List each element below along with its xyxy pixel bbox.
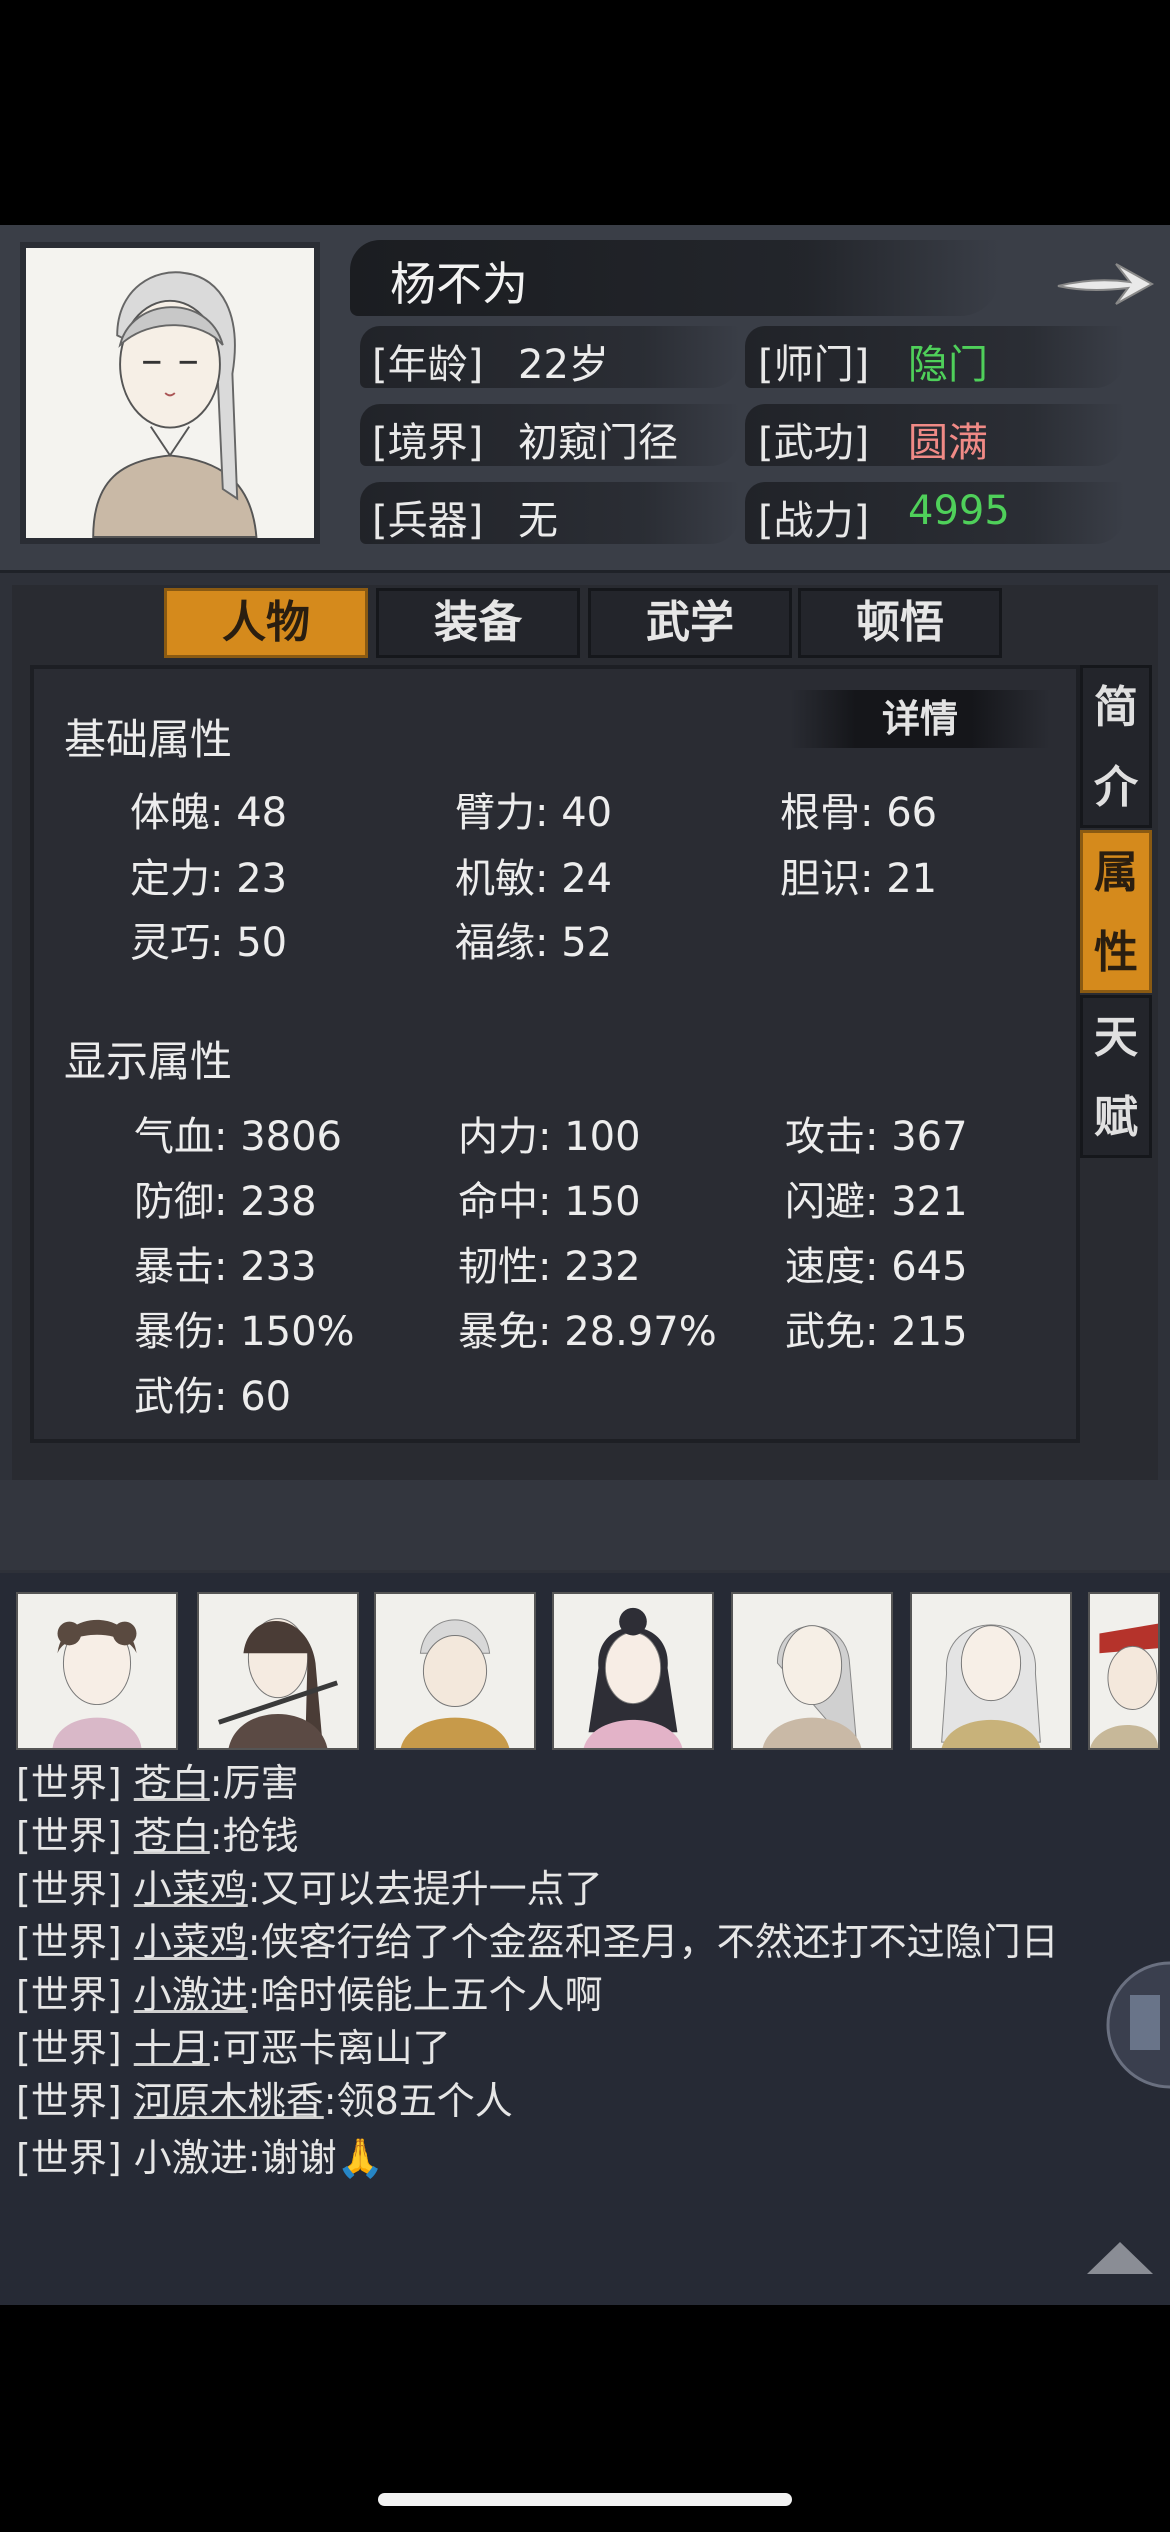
tab-enlightenment[interactable]: 顿悟 xyxy=(798,588,1002,658)
stat-hit: 命中: 150 xyxy=(458,1179,641,1225)
stat-focus: 定力: 23 xyxy=(130,856,288,902)
sidetab-intro-char2: 介 xyxy=(1094,762,1138,813)
detail-button[interactable]: 详情 xyxy=(790,690,1050,748)
tab-character[interactable]: 人物 xyxy=(164,588,368,658)
chat-text: :抢钱 xyxy=(209,1814,299,1858)
status-bar-area xyxy=(0,0,1170,225)
chat-message: [世界] 小菜鸡:侠客行给了个金盔和圣月，不然还打不过隐门日 xyxy=(16,1911,1059,1966)
power-value: 4995 xyxy=(908,488,1010,534)
sect-value: 隐门 xyxy=(908,342,988,388)
chat-username[interactable]: 小菜鸡 xyxy=(134,1867,248,1911)
chat-username[interactable]: 小激进 xyxy=(134,1973,248,2017)
chat-channel: [世界] xyxy=(16,1814,122,1858)
chat-username[interactable]: 小激进 xyxy=(134,2136,248,2180)
stat-martial-resist: 武免: 215 xyxy=(785,1309,968,1355)
stat-dexterity: 灵巧: 50 xyxy=(130,920,288,966)
sidetab-talent[interactable]: 天 赋 xyxy=(1080,995,1152,1158)
chat-text: :谢谢🙏 xyxy=(247,2136,384,2180)
avatar[interactable] xyxy=(1088,1592,1160,1750)
realm-label: [境界] xyxy=(372,420,484,466)
stat-strength: 臂力: 40 xyxy=(455,790,613,836)
chat-message: [世界] 小菜鸡:又可以去提升一点了 xyxy=(16,1858,603,1913)
home-indicator[interactable] xyxy=(378,2493,792,2506)
chat-message: [世界] 十月:可恶卡离山了 xyxy=(16,2017,451,2072)
sidetab-attributes-char1: 属 xyxy=(1094,847,1138,898)
stat-bone: 根骨: 66 xyxy=(780,790,938,836)
sidetab-talent-char1: 天 xyxy=(1094,1012,1138,1063)
chat-text: :可恶卡离山了 xyxy=(209,2026,451,2070)
power-label: [战力] xyxy=(758,498,870,544)
next-arrow-icon[interactable] xyxy=(1050,248,1160,318)
scroll-up-icon[interactable] xyxy=(1085,2240,1155,2276)
stat-speed: 速度: 645 xyxy=(785,1244,968,1290)
chat-text: :啥时候能上五个人啊 xyxy=(247,1973,603,2017)
chat-channel: [世界] xyxy=(16,2026,122,2070)
chat-username[interactable]: 苍白 xyxy=(134,1761,210,1805)
chat-channel: [世界] xyxy=(16,1761,122,1805)
character-portrait xyxy=(20,242,320,544)
stat-courage: 胆识: 21 xyxy=(780,856,938,902)
panel-footer xyxy=(0,1480,1170,1570)
sidetab-talent-char2: 赋 xyxy=(1094,1092,1138,1143)
stat-crit-resist: 暴免: 28.97% xyxy=(458,1309,717,1355)
chat-username[interactable]: 河原木桃香 xyxy=(134,2079,324,2123)
chat-channel: [世界] xyxy=(16,2136,122,2180)
stat-constitution: 体魄: 48 xyxy=(130,790,288,836)
chat-message: [世界] 河原木桃香:领8五个人 xyxy=(16,2070,513,2125)
stat-internal: 内力: 100 xyxy=(458,1114,641,1160)
chat-channel: [世界] xyxy=(16,2079,122,2123)
stat-defense: 防御: 238 xyxy=(134,1179,317,1225)
tab-equipment[interactable]: 装备 xyxy=(376,588,580,658)
chat-channel: [世界] xyxy=(16,1920,122,1964)
skill-value: 圆满 xyxy=(908,420,988,466)
stat-hp: 气血: 3806 xyxy=(134,1114,342,1160)
chat-message: [世界] 小激进:谢谢🙏 xyxy=(16,2127,384,2182)
chat-message: [世界] 苍白:抢钱 xyxy=(16,1805,299,1860)
sect-label: [师门] xyxy=(758,342,870,388)
avatar[interactable] xyxy=(731,1592,893,1750)
age-label: [年龄] xyxy=(372,342,484,388)
basic-attributes-title: 基础属性 xyxy=(64,715,233,764)
avatar[interactable] xyxy=(16,1592,178,1750)
stat-luck: 福缘: 52 xyxy=(455,920,613,966)
tab-martial-arts[interactable]: 武学 xyxy=(588,588,792,658)
avatar[interactable] xyxy=(910,1592,1072,1750)
chat-channel: [世界] xyxy=(16,1973,122,2017)
chat-message: [世界] 小激进:啥时候能上五个人啊 xyxy=(16,1964,603,2019)
sidetab-attributes[interactable]: 属 性 xyxy=(1080,830,1152,993)
floating-menu-icon[interactable] xyxy=(1100,1960,1170,2090)
avatar[interactable] xyxy=(552,1592,714,1750)
avatar[interactable] xyxy=(197,1592,359,1750)
age-value: 22岁 xyxy=(518,342,609,388)
chat-username[interactable]: 小菜鸡 xyxy=(134,1920,248,1964)
stat-crit-damage: 暴伤: 150% xyxy=(134,1309,355,1355)
stat-toughness: 韧性: 232 xyxy=(458,1244,641,1290)
realm-value: 初窥门径 xyxy=(518,420,678,466)
chat-message: [世界] 苍白:厉害 xyxy=(16,1752,299,1807)
chat-username[interactable]: 苍白 xyxy=(134,1814,210,1858)
chat-text: :侠客行给了个金盔和圣月，不然还打不过隐门日 xyxy=(247,1920,1059,1964)
stat-agility: 机敏: 24 xyxy=(455,856,613,902)
stat-martial-damage: 武伤: 60 xyxy=(134,1374,292,1420)
chat-text: :又可以去提升一点了 xyxy=(247,1867,603,1911)
weapon-value: 无 xyxy=(518,498,558,544)
sidetab-attributes-char2: 性 xyxy=(1094,927,1138,978)
character-name: 杨不为 xyxy=(390,257,528,311)
avatar[interactable] xyxy=(374,1592,536,1750)
chat-username[interactable]: 十月 xyxy=(134,2026,210,2070)
stat-attack: 攻击: 367 xyxy=(785,1114,968,1160)
weapon-label: [兵器] xyxy=(372,498,484,544)
stat-dodge: 闪避: 321 xyxy=(785,1179,968,1225)
sidetab-intro[interactable]: 简 介 xyxy=(1080,665,1152,828)
display-attributes-title: 显示属性 xyxy=(64,1037,233,1086)
chat-text: :厉害 xyxy=(209,1761,299,1805)
sidetab-intro-char1: 简 xyxy=(1094,682,1138,733)
chat-channel: [世界] xyxy=(16,1867,122,1911)
chat-text: :领8五个人 xyxy=(323,2079,513,2123)
stat-crit: 暴击: 233 xyxy=(134,1244,317,1290)
skill-label: [武功] xyxy=(758,420,870,466)
